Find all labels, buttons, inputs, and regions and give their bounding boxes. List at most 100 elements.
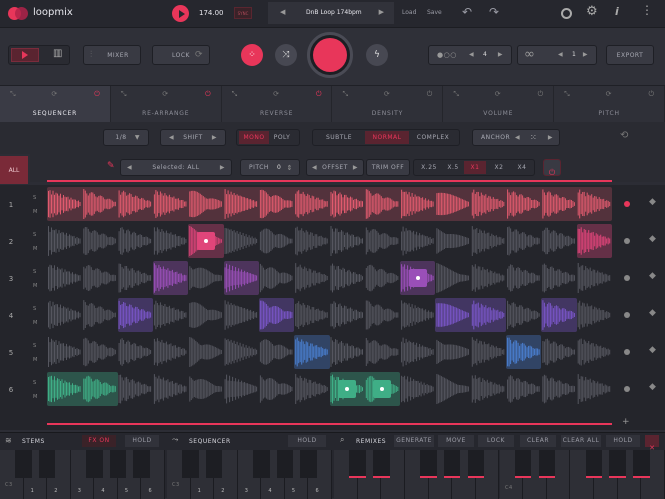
refresh-small-icon[interactable]: ⟳ bbox=[51, 90, 57, 98]
power-small-icon[interactable]: ⏻ bbox=[316, 90, 322, 99]
power-small-icon[interactable]: ⏻ bbox=[538, 90, 544, 99]
mute-button[interactable]: M bbox=[33, 246, 37, 252]
loop-selector[interactable]: ◀ DnB Loop 174bpm ▶ bbox=[268, 2, 394, 24]
cloud-icon[interactable] bbox=[561, 8, 572, 19]
row-label[interactable]: 2 bbox=[0, 238, 22, 246]
solo-button[interactable]: S bbox=[33, 269, 36, 275]
load-button[interactable]: Load bbox=[402, 9, 416, 16]
solo-button[interactable]: S bbox=[33, 343, 36, 349]
anchor-prev-icon[interactable]: ◀ bbox=[515, 134, 520, 141]
eraser-icon[interactable]: ◆ bbox=[649, 234, 656, 244]
piano-black-key[interactable] bbox=[633, 450, 650, 478]
voice-toggle[interactable]: MONO POLY bbox=[236, 129, 300, 146]
refresh-small-icon[interactable]: ⟳ bbox=[495, 90, 501, 98]
undo-icon[interactable]: ↶ bbox=[462, 5, 472, 19]
power-small-icon[interactable]: ⏻ bbox=[427, 90, 433, 99]
power-small-icon[interactable]: ⏻ bbox=[648, 90, 654, 99]
dice-small-icon[interactable]: ⤡ bbox=[232, 90, 238, 99]
more-icon[interactable]: ⋮ bbox=[641, 3, 653, 17]
row-record-indicator[interactable] bbox=[624, 386, 630, 392]
selected-slice-marker[interactable] bbox=[196, 232, 215, 250]
dice-small-icon[interactable]: ⤡ bbox=[343, 90, 349, 99]
mono-button[interactable]: MONO bbox=[239, 131, 269, 144]
bpm-value[interactable]: 174.00 bbox=[199, 9, 224, 17]
subtle-button[interactable]: SUBTLE bbox=[319, 131, 359, 144]
next-loop-icon[interactable]: ▶ bbox=[379, 8, 384, 16]
loop-next-icon[interactable]: ▶ bbox=[583, 51, 588, 58]
normal-button[interactable]: NORMAL bbox=[365, 131, 409, 144]
piano-black-key[interactable] bbox=[133, 450, 150, 478]
shift-control[interactable]: ◀ SHIFT ▶ bbox=[160, 129, 226, 146]
track-lane[interactable] bbox=[47, 335, 612, 369]
track-lane[interactable] bbox=[47, 261, 612, 295]
track-lane[interactable] bbox=[47, 298, 612, 332]
sequence-mode-toggle[interactable]: ▥ bbox=[8, 45, 70, 65]
selected-slice-marker[interactable] bbox=[373, 380, 392, 398]
complexity-toggle[interactable]: SUBTLE NORMAL COMPLEX bbox=[312, 129, 460, 146]
piano-black-key[interactable] bbox=[86, 450, 103, 478]
selected-slice-marker[interactable] bbox=[338, 380, 357, 398]
piano-black-key[interactable] bbox=[38, 450, 56, 478]
row-record-indicator[interactable] bbox=[624, 238, 630, 244]
complex-button[interactable]: COMPLEX bbox=[411, 131, 455, 144]
lightning-button[interactable]: ϟ bbox=[366, 44, 388, 66]
mute-button[interactable]: M bbox=[33, 320, 37, 326]
offset-prev-icon[interactable]: ◀ bbox=[312, 164, 317, 171]
offset-control[interactable]: ◀ OFFSET ▶ bbox=[306, 159, 364, 176]
anchor-next-icon[interactable]: ▶ bbox=[548, 134, 553, 141]
move-button[interactable]: MOVE bbox=[438, 435, 474, 447]
prev-loop-icon[interactable]: ◀ bbox=[280, 8, 285, 16]
row-record-indicator[interactable] bbox=[624, 201, 630, 207]
piano-black-key[interactable] bbox=[373, 450, 390, 478]
row-record-indicator[interactable] bbox=[624, 349, 630, 355]
eraser-icon[interactable]: ◆ bbox=[649, 382, 656, 392]
close-button[interactable]: ✕ bbox=[645, 435, 659, 452]
all-button[interactable]: ALL bbox=[0, 156, 28, 184]
pencil-icon[interactable]: ✎ bbox=[107, 161, 115, 171]
selected-prev-icon[interactable]: ◀ bbox=[127, 164, 132, 171]
pitch-stepper-icon[interactable]: ⇕ bbox=[287, 164, 293, 172]
track-lane[interactable] bbox=[47, 187, 612, 221]
tab-sequencer[interactable]: ⤡ ⟳ ⏻ SEQUENCER bbox=[0, 86, 111, 122]
sequencer-hold-button[interactable]: HOLD bbox=[288, 435, 326, 447]
piano-black-key[interactable] bbox=[182, 450, 199, 478]
power-small-icon[interactable]: ⏻ bbox=[94, 90, 100, 99]
eraser-icon[interactable]: ◆ bbox=[649, 345, 656, 355]
dice-small-icon[interactable]: ⤡ bbox=[121, 90, 127, 99]
selected-slice-marker[interactable] bbox=[408, 269, 427, 287]
mute-button[interactable]: M bbox=[33, 394, 37, 400]
mute-button[interactable]: M bbox=[33, 209, 37, 215]
eraser-icon[interactable]: ◆ bbox=[649, 197, 656, 207]
pitch-control[interactable]: PITCH 0 ⇕ bbox=[240, 159, 300, 176]
tab-reverse[interactable]: ⤡ ⟳ ⏻ REVERSE bbox=[222, 86, 333, 122]
lock-button[interactable]: LOCK ⟳ bbox=[152, 45, 210, 65]
piano-black-key[interactable] bbox=[109, 450, 127, 478]
speed-x4[interactable]: X4 bbox=[511, 161, 533, 174]
pattern-next-icon[interactable]: ▶ bbox=[498, 51, 503, 58]
poly-button[interactable]: POLY bbox=[269, 131, 295, 144]
piano-black-key[interactable] bbox=[443, 450, 461, 478]
piano-black-key[interactable] bbox=[349, 450, 366, 478]
piano-black-key[interactable] bbox=[253, 450, 270, 478]
row-label[interactable]: 3 bbox=[0, 275, 22, 283]
tab-re-arrange[interactable]: ⤡ ⟳ ⏻ RE-ARRANGE bbox=[111, 86, 222, 122]
track-lane[interactable] bbox=[47, 224, 612, 258]
tab-volume[interactable]: ⤡ ⟳ ⏻ VOLUME bbox=[443, 86, 555, 122]
row-label[interactable]: 1 bbox=[0, 201, 22, 209]
solo-button[interactable]: S bbox=[33, 380, 36, 386]
pattern-prev-icon[interactable]: ◀ bbox=[469, 51, 474, 58]
refresh-small-icon[interactable]: ⟳ bbox=[273, 90, 279, 98]
piano-black-key[interactable] bbox=[300, 450, 317, 478]
dice-small-icon[interactable]: ⤡ bbox=[564, 90, 570, 99]
fx-on-button[interactable]: FX ON bbox=[82, 435, 116, 447]
solo-button[interactable]: S bbox=[33, 195, 36, 201]
selected-control[interactable]: ◀ Selected: ALL ▶ bbox=[120, 159, 232, 176]
export-button[interactable]: EXPORT bbox=[606, 45, 654, 65]
add-row-icon[interactable]: + bbox=[622, 417, 630, 427]
loop-count[interactable]: ∞ ◀ 1 ▶ bbox=[517, 45, 597, 65]
generate-button[interactable]: GENERATE bbox=[394, 435, 434, 447]
power-button[interactable]: ⏻ bbox=[543, 159, 561, 177]
play-button[interactable] bbox=[172, 5, 189, 22]
pattern-count[interactable]: ●○○ ◀ 4 ▶ bbox=[428, 45, 512, 65]
save-button[interactable]: Save bbox=[427, 9, 442, 16]
